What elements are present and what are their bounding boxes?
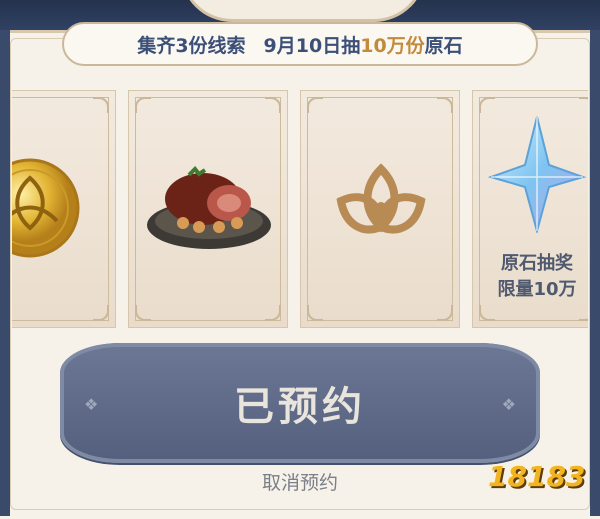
reserved-button[interactable]: ❖ 已预约 ❖ — [60, 343, 540, 463]
gold-coin-icon — [12, 158, 80, 258]
reward-card-emblem[interactable] — [300, 90, 460, 328]
primogem-icon — [487, 116, 587, 233]
reward-card-primogem[interactable]: 原石抽奖 限量10万 — [472, 90, 588, 328]
left-ornament-icon: ❖ — [84, 395, 99, 414]
banner-draw-suffix: 原石 — [424, 34, 463, 57]
event-banner: 集齐3份线索 9月10日抽10万份原石 — [62, 22, 538, 66]
reserved-button-label: 已预约 — [234, 384, 366, 430]
banner-highlight: 10万份 — [360, 34, 425, 57]
trinity-emblem-icon — [336, 163, 426, 234]
reward-card-row: 原石抽奖 限量10万 — [12, 90, 588, 328]
banner-draw-text: 9月10日抽10万份原石 — [264, 31, 463, 58]
banner-clue-text: 集齐3份线索 — [137, 34, 246, 57]
banner-draw-prefix: 9月10日抽 — [263, 34, 361, 57]
left-border-strip — [0, 30, 10, 516]
reward-card-gold-coin[interactable] — [12, 90, 116, 328]
primogem-caption-line2: 限量10万 — [497, 279, 577, 300]
primogem-caption-line1: 原石抽奖 — [501, 253, 573, 274]
site-watermark-logo: 18183 — [488, 460, 586, 493]
top-arch-decoration — [180, 0, 426, 22]
reward-card-roast-meat[interactable] — [128, 90, 288, 328]
right-border-strip — [590, 30, 600, 516]
roast-meat-icon — [147, 166, 271, 249]
right-ornament-icon: ❖ — [501, 395, 516, 414]
primogem-caption: 原石抽奖 限量10万 — [473, 251, 588, 303]
